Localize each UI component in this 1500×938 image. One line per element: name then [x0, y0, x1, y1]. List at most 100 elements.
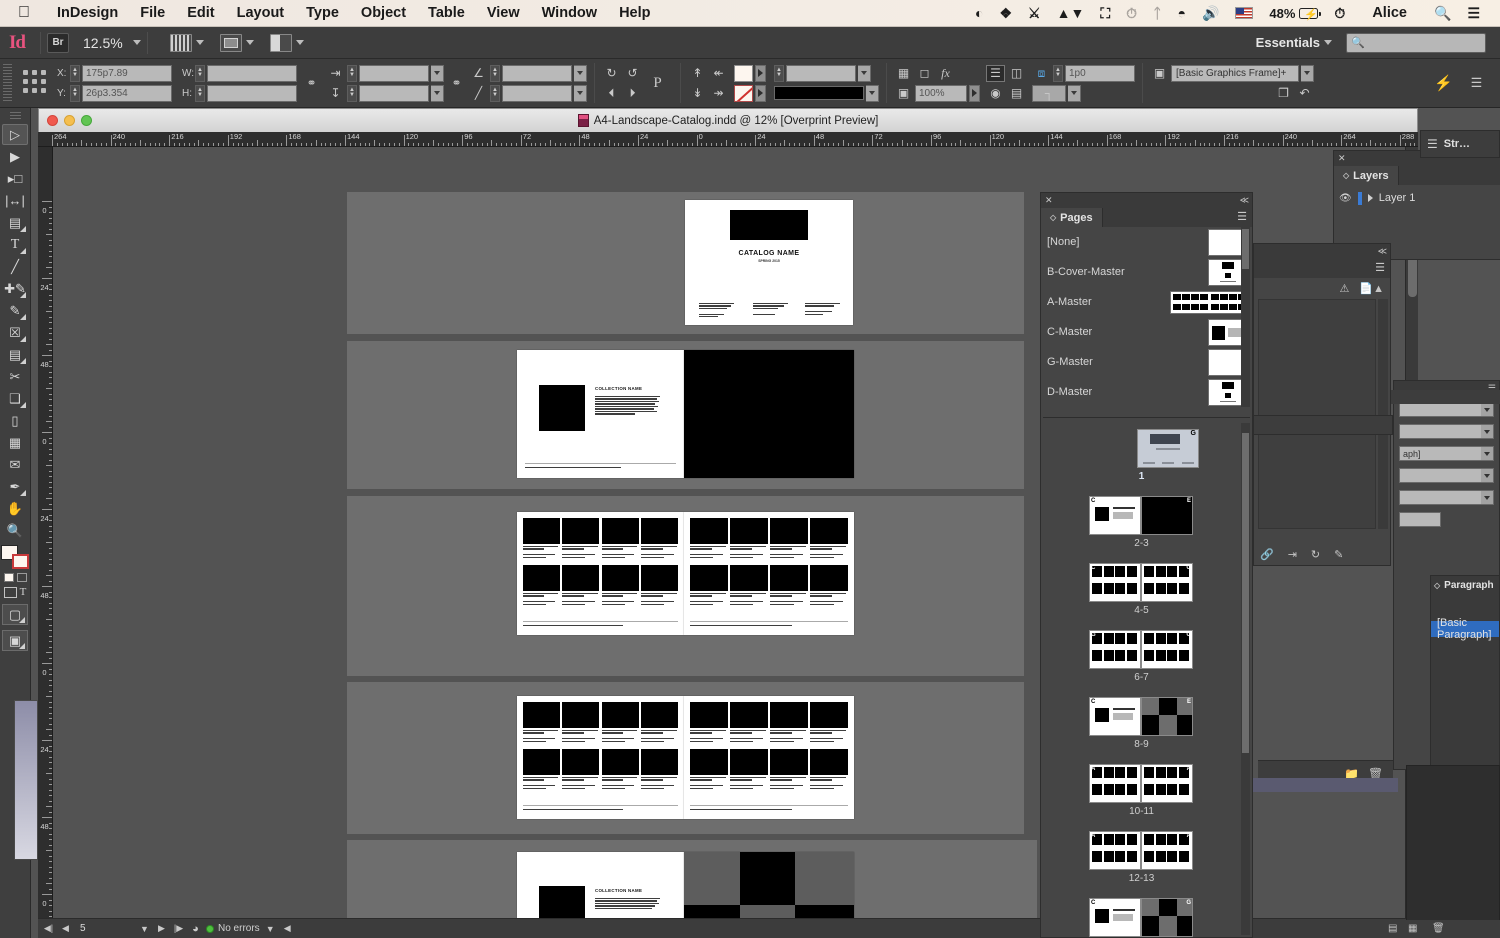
page-thumbnail-page[interactable]: C	[1089, 898, 1141, 937]
menu-help[interactable]: Help	[608, 5, 661, 21]
chevron-down-icon[interactable]	[295, 40, 304, 45]
object-style-input[interactable]: [Basic Graphics Frame]+	[1171, 64, 1299, 82]
align-bottom-icon[interactable]: ↡	[688, 85, 707, 102]
us-flag-icon[interactable]	[1235, 7, 1254, 19]
stroke-swatch[interactable]	[734, 84, 753, 102]
page-3[interactable]	[684, 350, 854, 478]
page-thumbnail-page[interactable]: G	[1137, 429, 1199, 468]
time-machine-icon[interactable]: ⏱	[1126, 5, 1137, 22]
bluetooth-icon[interactable]: ᛏ	[1153, 5, 1161, 21]
menu-layout[interactable]: Layout	[226, 5, 296, 21]
corner-options-dropdown[interactable]	[1068, 84, 1081, 102]
product-image-frame[interactable]	[770, 702, 808, 728]
page-5[interactable]	[684, 512, 854, 635]
product-image-frame[interactable]	[601, 518, 639, 544]
stroke-weight-value-input[interactable]: 1p0	[1065, 64, 1135, 82]
product-image-frame[interactable]	[810, 749, 848, 775]
edit-original-icon[interactable]: ✎	[1334, 548, 1343, 561]
hand-tool[interactable]: ✋	[2, 498, 28, 519]
page-label[interactable]: 8-9	[1041, 739, 1242, 750]
eyedropper-tool[interactable]: ✒	[2, 476, 28, 497]
relink-icon[interactable]: 📄▲	[1359, 282, 1384, 295]
scale-y-stepper[interactable]: ▲ ▼	[347, 84, 357, 102]
wifi-icon[interactable]: ◓	[1177, 5, 1185, 21]
spread-8-9[interactable]: COLLECTION NAME	[347, 840, 1037, 918]
product-image-frame[interactable]	[562, 565, 600, 591]
product-image-frame[interactable]	[690, 518, 728, 544]
apply-color-icon[interactable]	[3, 573, 14, 582]
master-page-item[interactable]: [None]	[1041, 227, 1252, 257]
panel-menu-icon[interactable]: ☰	[1375, 263, 1390, 274]
horizontal-ruler[interactable]: 264 240 216 192 168 144 120 96 72 48 24 0 24 48 72 96 12…	[38, 132, 1418, 147]
normal-screen-mode-icon[interactable]: ▢	[2, 604, 28, 625]
tools-panel-grip[interactable]	[9, 112, 21, 120]
panel-tab-strip[interactable]	[1253, 415, 1393, 435]
product-image-frame[interactable]	[523, 518, 560, 544]
w-stepper[interactable]: ▲ ▼	[195, 64, 205, 82]
page-thumbnail-page[interactable]: E	[1141, 496, 1193, 535]
page-thumbnail[interactable]: AA	[1089, 831, 1193, 870]
product-image-frame[interactable]	[810, 565, 848, 591]
bridge-button[interactable]: Br	[47, 32, 69, 53]
page-2[interactable]: COLLECTION NAME	[517, 350, 684, 478]
product-image-frame[interactable]	[523, 749, 560, 775]
line-tool[interactable]: ╱	[2, 256, 28, 277]
duplicate-icon[interactable]: ❐	[1274, 85, 1293, 102]
page-label[interactable]: 4-5	[1041, 605, 1242, 616]
page-thumbnail[interactable]: CG	[1089, 898, 1193, 937]
shear-input[interactable]	[502, 84, 572, 102]
tab-paragraph[interactable]: ◇ Paragraph	[1431, 576, 1497, 595]
gradient-feather-tool[interactable]: ▦	[2, 432, 28, 453]
page-label[interactable]: 10-11	[1041, 806, 1242, 817]
type-tool[interactable]: T	[2, 234, 28, 255]
clock-icon[interactable]: ⏱	[1334, 5, 1345, 22]
constrain-scale-icon[interactable]: ⚭	[447, 75, 466, 92]
product-image-frame[interactable]	[730, 749, 768, 775]
checker-block[interactable]	[740, 852, 795, 905]
zoom-level-value[interactable]: 12.5%	[69, 35, 129, 51]
stroke-style-dropdown[interactable]	[866, 84, 879, 102]
product-image-frame[interactable]	[690, 702, 728, 728]
preflight-dropdown-icon[interactable]: ▼	[264, 922, 277, 936]
master-page-item[interactable]: B-Cover-Master	[1041, 257, 1252, 287]
text-wrap-icon[interactable]: ▦	[894, 65, 913, 82]
menu-window[interactable]: Window	[531, 5, 608, 21]
rotate-input[interactable]	[502, 64, 572, 82]
product-image-frame[interactable]	[562, 702, 600, 728]
master-page-item[interactable]: C-Master	[1041, 317, 1252, 347]
page-thumbnail-page[interactable]: G	[1089, 630, 1141, 669]
corner-shape-preview[interactable]: ┐	[1032, 84, 1066, 102]
masters-list[interactable]: [None] B-Cover-Master A-Master C-Master G-Ma…	[1041, 227, 1252, 417]
stroke-swatch-tool[interactable]	[12, 554, 29, 569]
control-panel-grip[interactable]	[3, 64, 12, 102]
rotate-ccw-icon[interactable]: ↻	[602, 65, 621, 82]
cover-image-frame[interactable]	[730, 210, 808, 240]
close-icon[interactable]: ✕	[1045, 195, 1053, 206]
check-circle-icon[interactable]: ◐	[975, 5, 983, 21]
screen-mode-button[interactable]	[169, 33, 204, 52]
product-image-frame[interactable]	[539, 385, 585, 431]
page-thumbnail[interactable]: CE	[1089, 496, 1193, 535]
rotate-dropdown[interactable]	[574, 64, 587, 82]
panel-menu-icon[interactable]: ☰	[1237, 212, 1252, 223]
transparency-icon[interactable]: ▣	[894, 85, 913, 102]
product-image-frame[interactable]	[770, 518, 808, 544]
selection-tool[interactable]: ▷	[2, 124, 28, 145]
product-image-frame[interactable]	[523, 565, 560, 591]
first-page-icon[interactable]: ◀|	[42, 922, 55, 936]
content-collector-tool[interactable]: ▤	[2, 212, 28, 233]
columns-icon[interactable]: ◫	[1007, 65, 1026, 82]
page-7[interactable]	[684, 696, 854, 819]
align-text-icon[interactable]: ☰	[986, 64, 1005, 82]
align-right-icon[interactable]: ↠	[709, 85, 728, 102]
workspace-switcher[interactable]: Essentials	[1256, 35, 1332, 50]
frame-fitting-icon[interactable]: ⧈	[1032, 65, 1051, 82]
scale-y-input[interactable]	[359, 84, 429, 102]
pen-tool[interactable]: ✚✎	[2, 278, 28, 299]
page-thumbnail-page[interactable]: C	[1089, 563, 1141, 602]
structure-panel-tab[interactable]: ☰ Str…	[1420, 130, 1500, 158]
product-image-frame[interactable]	[730, 565, 768, 591]
chevron-down-icon[interactable]	[245, 40, 254, 45]
field-dropdown[interactable]	[1399, 468, 1494, 483]
page-number-field[interactable]: 5	[76, 921, 134, 936]
